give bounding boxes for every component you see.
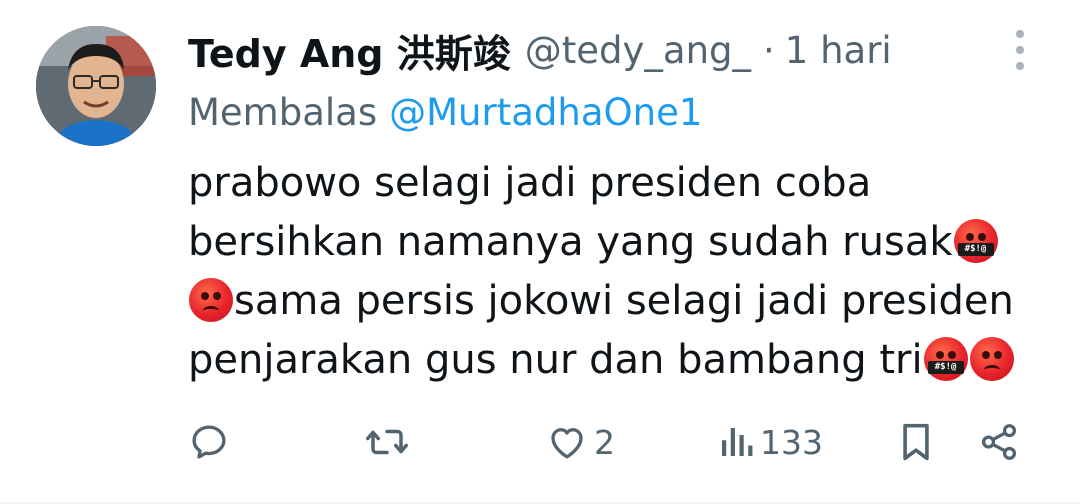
retweet-button[interactable] <box>364 414 410 470</box>
like-count: 2 <box>594 422 615 462</box>
more-options-icon[interactable] <box>1010 30 1030 70</box>
angry-face-icon <box>969 337 1014 381</box>
cursing-face-icon: #$!@ <box>953 219 998 263</box>
reply-prefix: Membalas <box>188 90 378 134</box>
tweet-line-4-text: penjarakan gus nur dan bambang tri <box>188 337 923 383</box>
author-avatar[interactable] <box>36 26 156 146</box>
retweet-icon <box>366 429 408 455</box>
heart-icon <box>551 428 583 459</box>
tweet-line-2: bersihkan namanya yang sudah rusak #$!@ <box>188 213 1048 272</box>
like-button[interactable]: 2 <box>546 414 615 470</box>
cursing-face-icon: #$!@ <box>923 337 968 381</box>
views-count: 133 <box>760 422 823 462</box>
header-separator: · <box>763 28 775 72</box>
avatar-photo <box>36 26 156 146</box>
tweet-line-4: penjarakan gus nur dan bambang tri #$!@ <box>188 331 1048 390</box>
share-icon <box>981 424 1017 460</box>
reply-context: Membalas @MurtadhaOne1 <box>188 86 702 138</box>
bookmark-icon <box>903 423 929 461</box>
views-button[interactable]: 133 <box>718 414 823 470</box>
angry-face-icon <box>189 278 233 322</box>
cursing-symbols: #$!@ <box>927 361 964 374</box>
reply-button[interactable] <box>188 414 230 470</box>
tweet-line-3: sama persis jokowi selagi jadi presiden <box>188 272 1048 331</box>
tweet-line-1: prabowo selagi jadi presiden coba <box>188 160 872 206</box>
bookmark-button[interactable] <box>896 414 936 470</box>
cursing-symbols: #$!@ <box>957 243 994 256</box>
tweet-line-2-text: bersihkan namanya yang sudah rusak <box>188 219 953 265</box>
tweet-line-3-text: sama persis jokowi selagi jadi presiden <box>234 278 1014 324</box>
tweet-body: prabowo selagi jadi presiden coba bersih… <box>188 154 1048 390</box>
tweet-actions: 2 133 <box>188 414 1028 470</box>
share-button[interactable] <box>978 414 1020 470</box>
views-bar-icon <box>722 428 753 456</box>
reply-icon <box>192 425 226 459</box>
author-name[interactable]: Tedy Ang 洪斯竣 <box>188 23 511 78</box>
tweet-header: Tedy Ang 洪斯竣 @tedy_ang_ · 1 hari <box>188 24 970 76</box>
tweet-timestamp[interactable]: 1 hari <box>785 29 892 72</box>
reply-mention-link[interactable]: @MurtadhaOne1 <box>389 91 702 134</box>
author-handle[interactable]: @tedy_ang_ <box>525 29 751 72</box>
